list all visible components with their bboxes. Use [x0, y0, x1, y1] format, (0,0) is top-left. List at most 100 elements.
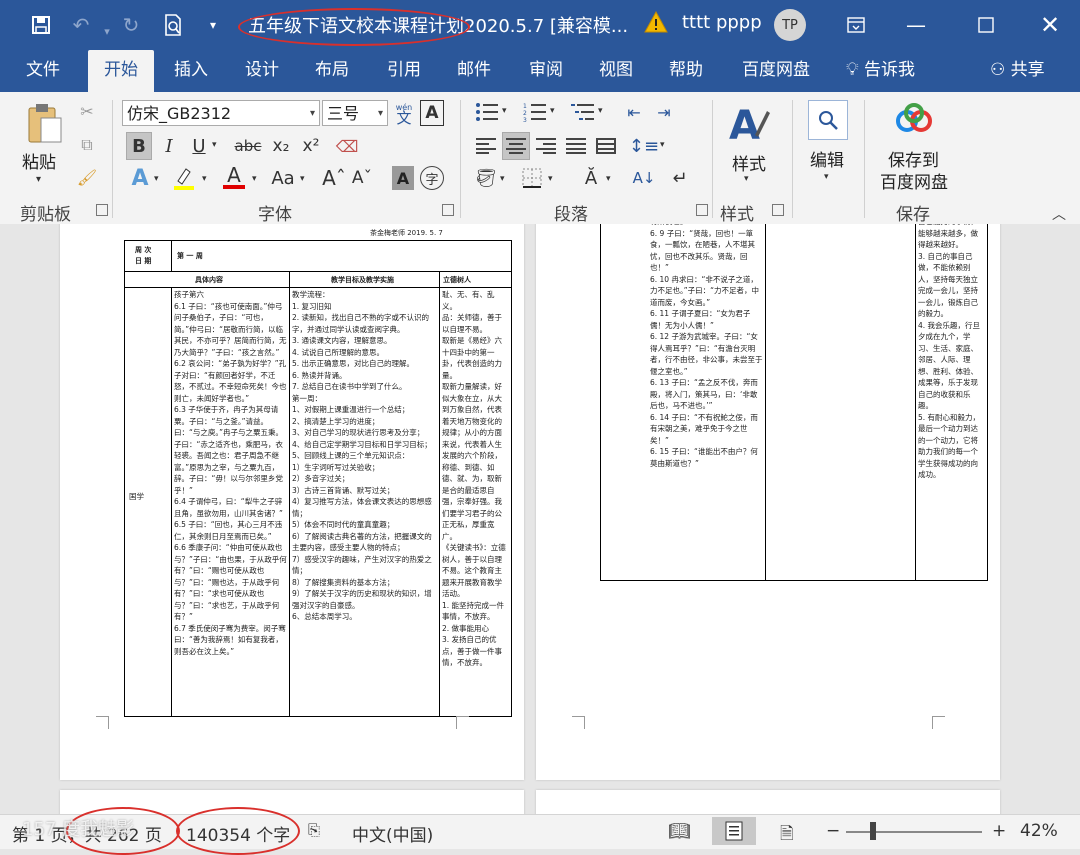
strikethrough-button[interactable]: abc	[232, 132, 264, 160]
underline-button[interactable]: U	[186, 132, 212, 160]
enclose-characters-icon[interactable]: 字	[420, 166, 444, 190]
paragraph-launcher-icon[interactable]	[696, 204, 708, 216]
tell-me-box[interactable]: 💡︎ 告诉我	[846, 50, 915, 92]
save-to-baidu-line2[interactable]: 百度网盘	[880, 168, 948, 193]
borders-icon[interactable]	[518, 164, 546, 192]
grow-font-icon[interactable]: Aˆ	[322, 164, 346, 192]
cut-icon[interactable]: ✂	[74, 98, 100, 124]
zoom-slider-track[interactable]	[846, 831, 982, 833]
shading-dropdown-icon[interactable]: ▾	[500, 174, 505, 184]
editing-button-label[interactable]: 编辑	[810, 146, 844, 171]
zoom-slider-thumb[interactable]	[870, 822, 876, 840]
superscript-button[interactable]: x²	[298, 132, 324, 160]
text-effects-dropdown-icon[interactable]: ▾	[154, 174, 159, 184]
zoom-in-button[interactable]: +	[992, 821, 1006, 841]
bold-button[interactable]: B	[126, 132, 152, 160]
tab-home[interactable]: 开始	[88, 50, 154, 92]
ribbon-display-options-icon[interactable]	[836, 6, 876, 44]
tab-design[interactable]: 设计	[236, 50, 288, 92]
underline-dropdown-icon[interactable]: ▾	[212, 140, 217, 150]
multilevel-list-icon[interactable]	[568, 98, 598, 126]
shading-icon[interactable]: 🪣︎	[472, 164, 500, 192]
editing-dropdown-icon[interactable]: ▾	[824, 172, 829, 182]
decrease-indent-icon[interactable]: ⇤	[620, 98, 648, 126]
search-icon[interactable]	[808, 100, 848, 140]
sort-icon[interactable]: A↓	[630, 164, 658, 192]
tab-mailings[interactable]: 邮件	[448, 50, 500, 92]
web-layout-icon[interactable]: 🗎	[780, 821, 794, 850]
phonetic-guide-icon[interactable]: wén 文	[392, 98, 416, 128]
line-spacing-dropdown-icon[interactable]: ▾	[660, 140, 665, 150]
font-launcher-icon[interactable]	[442, 204, 454, 216]
asian-layout-icon[interactable]: Ă	[576, 164, 606, 192]
user-name[interactable]: tttt pppp	[682, 12, 762, 33]
styles-dropdown-icon[interactable]: ▾	[744, 174, 749, 184]
maximize-button[interactable]	[966, 6, 1006, 44]
print-preview-icon[interactable]	[156, 8, 190, 42]
share-button[interactable]: ⚇ 共享	[990, 50, 1045, 92]
proofing-icon[interactable]: ⎘	[308, 821, 320, 839]
tab-layout[interactable]: 布局	[306, 50, 358, 92]
tab-file[interactable]: 文件	[18, 50, 68, 92]
font-size-combo[interactable]: 三号 ▾	[322, 100, 388, 126]
bullets-icon[interactable]	[472, 98, 502, 126]
highlight-dropdown-icon[interactable]: ▾	[202, 174, 207, 184]
numbering-icon[interactable]: 123	[520, 98, 550, 126]
character-border-icon[interactable]: A	[420, 100, 444, 126]
font-color-icon[interactable]: A	[220, 162, 248, 192]
document-workspace[interactable]: 茶金梅老师 2019. 5. 7 周 次 日 期 第 一 周 具体内容 教学目标…	[0, 224, 1080, 814]
shrink-font-icon[interactable]: Aˇ	[350, 164, 374, 192]
multilevel-dropdown-icon[interactable]: ▾	[598, 106, 603, 116]
paste-icon[interactable]	[20, 98, 70, 148]
document-page-4[interactable]	[536, 790, 1000, 814]
numbering-dropdown-icon[interactable]: ▾	[550, 106, 555, 116]
tab-insert[interactable]: 插入	[166, 50, 216, 92]
customize-toolbar-icon[interactable]: ▾	[196, 8, 230, 42]
paste-label[interactable]: 粘贴	[22, 148, 56, 173]
text-effects-icon[interactable]: A	[126, 164, 154, 192]
collapse-ribbon-icon[interactable]: ︿	[1052, 204, 1066, 224]
avatar[interactable]: TP	[774, 9, 806, 41]
document-page-2[interactable]: 有所畏也。” 6. 9 子曰：“贤哉，回也！一箪食，一瓢饮，在陋巷，人不堪其忧，…	[536, 224, 1000, 780]
tab-references[interactable]: 引用	[378, 50, 430, 92]
asian-layout-dropdown-icon[interactable]: ▾	[606, 174, 611, 184]
tab-help[interactable]: 帮助	[660, 50, 712, 92]
styles-button-label[interactable]: 样式	[732, 150, 766, 175]
justify-icon[interactable]	[562, 132, 590, 160]
redo-icon[interactable]: ↻	[114, 8, 148, 42]
show-marks-icon[interactable]: ↵	[666, 164, 694, 192]
save-icon[interactable]	[24, 8, 58, 42]
document-page-1[interactable]: 茶金梅老师 2019. 5. 7 周 次 日 期 第 一 周 具体内容 教学目标…	[60, 224, 524, 780]
close-button[interactable]: ✕	[1030, 6, 1070, 44]
zoom-out-button[interactable]: −	[826, 821, 840, 841]
language-indicator[interactable]: 中文(中国)	[352, 821, 433, 846]
bullets-dropdown-icon[interactable]: ▾	[502, 106, 507, 116]
align-center-icon[interactable]	[502, 132, 530, 160]
distributed-icon[interactable]	[592, 132, 620, 160]
subscript-button[interactable]: x₂	[268, 132, 294, 160]
read-mode-icon[interactable]: 📖︎	[668, 821, 691, 842]
minimize-button[interactable]: —	[896, 6, 936, 44]
italic-button[interactable]: I	[156, 132, 182, 160]
borders-dropdown-icon[interactable]: ▾	[548, 174, 553, 184]
baidu-cloud-icon[interactable]	[892, 100, 936, 140]
print-layout-icon[interactable]	[712, 817, 756, 845]
styles-icon[interactable]: A	[726, 100, 772, 148]
change-case-button[interactable]: Aa	[268, 164, 298, 192]
tab-view[interactable]: 视图	[590, 50, 642, 92]
increase-indent-icon[interactable]: ⇥	[650, 98, 678, 126]
paste-dropdown-icon[interactable]: ▾	[36, 174, 41, 185]
tab-baidu-netdisk[interactable]: 百度网盘	[734, 50, 818, 92]
font-name-combo[interactable]: 仿宋_GB2312 ▾	[122, 100, 320, 126]
zoom-level[interactable]: 42%	[1020, 821, 1058, 841]
tab-review[interactable]: 审阅	[520, 50, 572, 92]
align-left-icon[interactable]	[472, 132, 500, 160]
copy-icon[interactable]: ⧉	[74, 132, 100, 158]
change-case-dropdown-icon[interactable]: ▾	[300, 174, 305, 184]
line-spacing-icon[interactable]: ↕≡	[629, 132, 659, 160]
clear-formatting-icon[interactable]: ⌫	[334, 132, 360, 160]
font-color-dropdown-icon[interactable]: ▾	[252, 174, 257, 184]
styles-launcher-icon[interactable]	[772, 204, 784, 216]
align-right-icon[interactable]	[532, 132, 560, 160]
highlight-color-icon[interactable]	[170, 164, 198, 192]
